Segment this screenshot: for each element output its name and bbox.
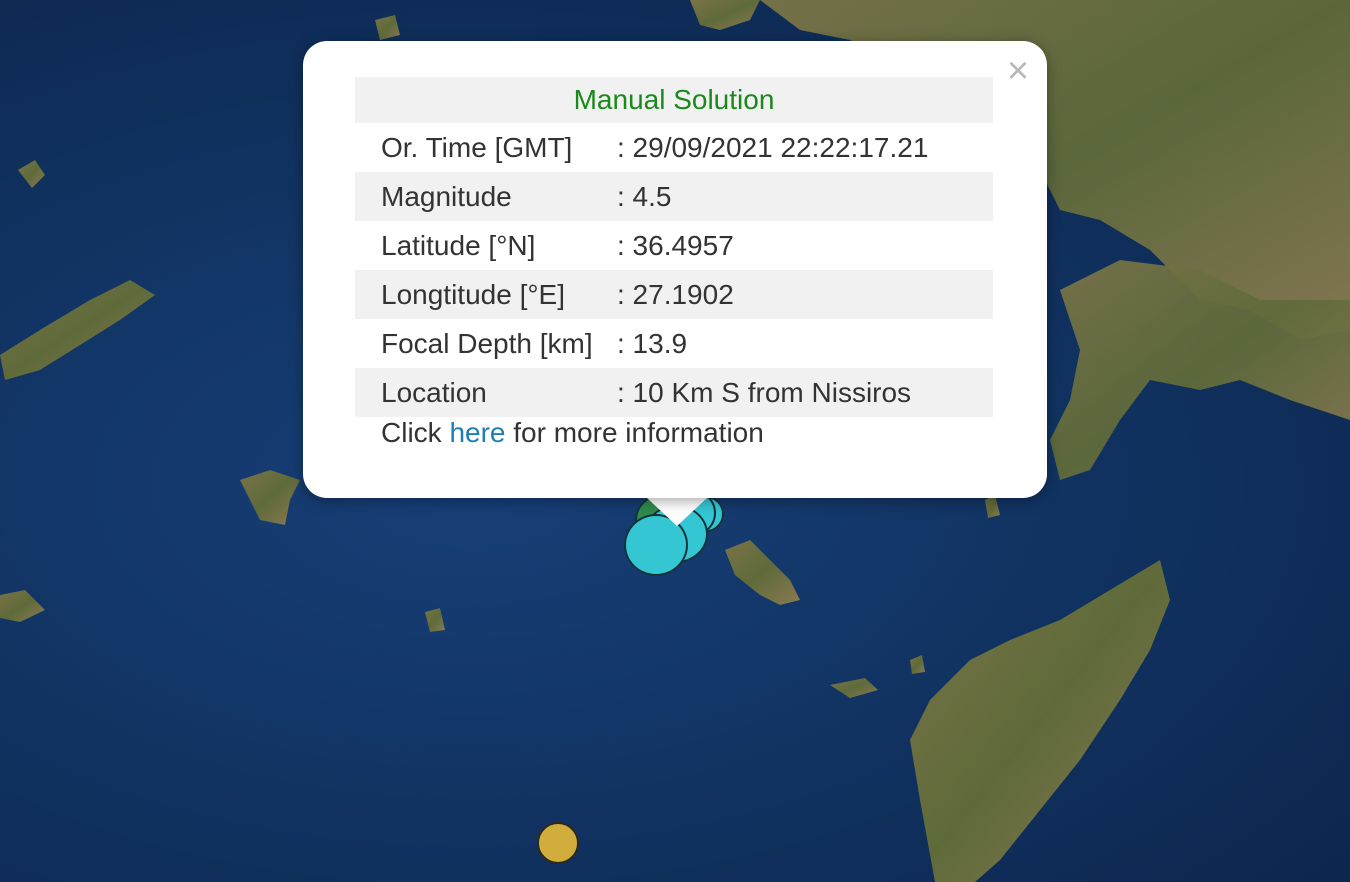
row-value: : 36.4957 [617, 229, 734, 261]
table-row-longitude: Longtitude [°E] : 27.1902 [355, 270, 993, 319]
row-label: Or. Time [GMT] [381, 131, 573, 163]
more-info-suffix: for more information [513, 417, 764, 448]
row-label: Location [355, 368, 617, 417]
row-label: Latitude [°N] [381, 229, 536, 261]
row-value: : 27.1902 [617, 270, 993, 319]
table-row-focal-depth: Focal Depth [km] : 13.9 [355, 319, 993, 368]
event-info-table: Manual Solution Or. Time [GMT] : 29/09/2… [355, 77, 993, 417]
island-small-mid [425, 608, 445, 632]
island-tiny-2 [985, 495, 1000, 518]
event-info-popup: × Manual Solution Or. Time [GMT] : 29/09… [303, 41, 1047, 498]
earthquake-marker-gold[interactable] [537, 822, 579, 864]
row-label: Longtitude [°E] [355, 270, 617, 319]
island-top-2 [375, 15, 400, 40]
island-rhodes [910, 560, 1170, 882]
island-left-small [18, 160, 45, 188]
row-value: : 4.5 [617, 172, 993, 221]
island-chalki [830, 678, 878, 698]
island-tilos [725, 540, 800, 605]
table-row-origin-time: Or. Time [GMT] : 29/09/2021 22:22:17.21 [355, 123, 993, 172]
table-row-latitude: Latitude [°N] : 36.4957 [355, 221, 993, 270]
more-info-prefix: Click [381, 417, 442, 448]
island-top-1 [690, 0, 760, 30]
row-label: Focal Depth [km] [381, 327, 593, 359]
table-row-magnitude: Magnitude : 4.5 [355, 172, 993, 221]
island-tiny-1 [910, 655, 925, 674]
table-row-location: Location : 10 Km S from Nissiros [355, 368, 993, 417]
close-icon[interactable]: × [1003, 51, 1033, 91]
satellite-map[interactable]: × Manual Solution Or. Time [GMT] : 29/09… [0, 0, 1350, 882]
popup-title: Manual Solution [355, 77, 993, 123]
row-value: : 10 Km S from Nissiros [617, 368, 993, 417]
row-value: : 29/09/2021 22:22:17.21 [617, 131, 929, 163]
row-label: Magnitude [355, 172, 617, 221]
popup-tip [647, 498, 707, 526]
island-left-low [0, 590, 45, 622]
island-astypalaia [240, 470, 300, 525]
more-info-line: Click here for more information [381, 417, 764, 449]
island-amorgos [0, 280, 155, 380]
more-info-link[interactable]: here [449, 417, 505, 448]
popup-title-row: Manual Solution [355, 77, 993, 123]
row-value: : 13.9 [617, 327, 688, 359]
